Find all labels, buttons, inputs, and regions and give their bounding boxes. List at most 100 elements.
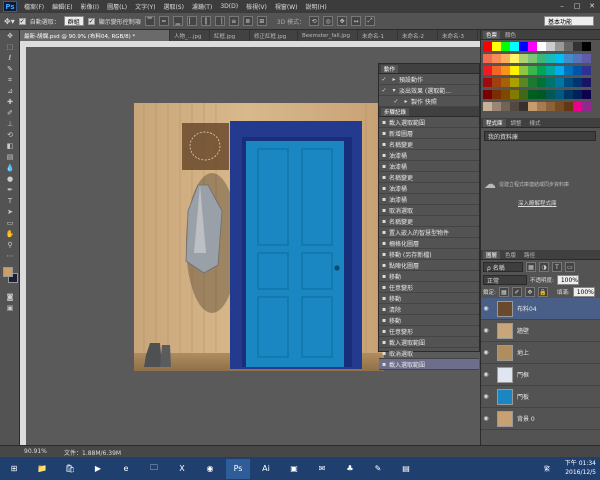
layer-row[interactable]: ◉ 布料04 — [481, 298, 600, 320]
dodge-icon[interactable]: ● — [2, 174, 18, 184]
tab-document-5[interactable]: Beemster_fall.jpg — [298, 30, 358, 41]
color-swatch[interactable] — [573, 54, 582, 63]
library-learn-more-link[interactable]: 深入瞭解程式庫 — [518, 199, 597, 207]
tab-document-2[interactable]: 人物_...jpg — [170, 30, 210, 41]
color-swatch[interactable] — [582, 102, 591, 111]
color-swatch[interactable] — [501, 102, 510, 111]
tab-styles[interactable]: 樣式 — [527, 119, 544, 127]
3d-drag-icon[interactable]: ✥ — [337, 16, 348, 26]
tab-libraries[interactable]: 程式庫 — [483, 118, 506, 127]
history-row[interactable]: ▪ 油漆桶 — [379, 150, 479, 161]
move-icon[interactable]: ✥ — [2, 31, 18, 41]
path-select-icon[interactable]: ➤ — [2, 207, 18, 217]
color-swatch[interactable] — [501, 42, 510, 51]
illustrator-icon[interactable]: Ai — [254, 459, 278, 479]
color-swatch[interactable] — [537, 102, 546, 111]
menu-type[interactable]: 文字(Y) — [131, 2, 159, 11]
lock-transparent-icon[interactable]: ▦ — [498, 287, 509, 297]
check-icon[interactable]: ✓ — [391, 98, 401, 105]
3d-slide-icon[interactable]: ↔ — [351, 16, 362, 26]
color-swatch[interactable] — [519, 102, 528, 111]
distribute-icon[interactable]: ≡ — [228, 16, 239, 26]
color-swatch[interactable] — [510, 42, 519, 51]
foreground-color-swatch[interactable] — [3, 267, 13, 277]
eye-icon[interactable]: ◉ — [481, 393, 491, 400]
paint-icon[interactable]: ✎ — [366, 459, 390, 479]
color-swatch[interactable] — [510, 66, 519, 75]
color-swatch[interactable] — [519, 66, 528, 75]
eye-icon[interactable]: ◉ — [481, 371, 491, 378]
history-row[interactable]: ▪ 清除 — [379, 304, 479, 315]
maximize-button[interactable]: □ — [571, 1, 583, 11]
swatch-grid[interactable] — [481, 40, 600, 118]
auto-align-icon[interactable]: ⊞ — [256, 16, 267, 26]
eye-icon[interactable]: ◉ — [481, 415, 491, 422]
menu-image[interactable]: 影像(I) — [77, 2, 103, 11]
eye-icon[interactable]: ◉ — [481, 349, 491, 356]
3d-scale-icon[interactable]: ⤢ — [365, 16, 376, 26]
history-row[interactable]: ▪ 任意變形 — [379, 282, 479, 293]
layer-row[interactable]: ◉ 門板 — [481, 386, 600, 408]
workspace-dropdown[interactable]: 基本功能 — [544, 16, 594, 26]
menu-help[interactable]: 說明(H) — [302, 2, 331, 11]
chat-icon[interactable]: ✉ — [310, 459, 334, 479]
history-row[interactable]: ▪ 點陣化圖層 — [379, 260, 479, 271]
actions-panel-title[interactable]: 動作 — [381, 64, 399, 73]
document-canvas[interactable] — [134, 103, 384, 371]
menu-window[interactable]: 視窗(W) — [271, 2, 302, 11]
color-swatch[interactable] — [528, 78, 537, 87]
screen-mode-icon[interactable]: ▣ — [2, 303, 18, 313]
gradient-icon[interactable]: ▤ — [2, 152, 18, 162]
color-swatch[interactable] — [555, 42, 564, 51]
history-row[interactable]: ▪ 油漆桶 — [379, 194, 479, 205]
color-swatch[interactable] — [573, 78, 582, 87]
eye-icon[interactable]: ◉ — [481, 327, 491, 334]
color-swatch[interactable] — [519, 42, 528, 51]
distribute-2-icon[interactable]: ≣ — [242, 16, 253, 26]
tab-document-4[interactable]: 修正紅框.jpg — [250, 30, 298, 41]
layer-filter-dropdown[interactable]: ρ 名稱 — [483, 262, 523, 272]
color-swatch[interactable] — [528, 90, 537, 99]
color-swatch[interactable] — [492, 54, 501, 63]
auto-select-checkbox[interactable]: ✓ — [18, 17, 26, 25]
align-right-icon[interactable]: ▕ — [214, 16, 225, 26]
color-swatch[interactable] — [510, 78, 519, 87]
media-icon[interactable]: ▶ — [86, 459, 110, 479]
color-swatch[interactable] — [519, 90, 528, 99]
color-swatch[interactable] — [528, 54, 537, 63]
lock-image-icon[interactable]: ✐ — [511, 287, 522, 297]
stamp-icon[interactable]: ⊥ — [2, 119, 18, 129]
opacity-input[interactable]: 100% — [556, 275, 579, 285]
history-row[interactable]: ▪ 載入選取範圍 — [379, 337, 479, 348]
menu-edit[interactable]: 編輯(E) — [48, 2, 76, 11]
history-row[interactable]: ▪ 任意變形 — [379, 326, 479, 337]
color-swatch[interactable] — [519, 54, 528, 63]
align-left-icon[interactable]: ▏ — [186, 16, 197, 26]
transform-controls-checkbox[interactable]: ✓ — [87, 17, 95, 25]
more-tools-icon[interactable]: ⋯ — [2, 251, 18, 261]
history-row[interactable]: ▪ 移動 — [379, 293, 479, 304]
tab-layers[interactable]: 圖層 — [483, 250, 501, 259]
color-swatch[interactable] — [555, 102, 564, 111]
history-row[interactable]: ▪ 油漆桶 — [379, 183, 479, 194]
type-icon[interactable]: T — [2, 196, 18, 206]
history-row[interactable]: ▪ 名稱變更 — [379, 216, 479, 227]
color-swatch[interactable] — [573, 102, 582, 111]
check-icon[interactable]: ✓ — [379, 76, 389, 83]
filter-shape-icon[interactable]: ▭ — [565, 262, 575, 272]
align-bottom-icon[interactable]: ▁ — [172, 16, 183, 26]
history-row[interactable]: ▪ 取消選取 — [379, 205, 479, 216]
filter-pixel-icon[interactable]: ▦ — [526, 262, 536, 272]
blend-mode-dropdown[interactable]: 正常 — [483, 275, 527, 285]
color-swatch[interactable] — [555, 66, 564, 75]
tab-color[interactable]: 顏色 — [502, 31, 519, 39]
excel-icon[interactable]: X — [170, 459, 194, 479]
align-top-icon[interactable]: ▔ — [144, 16, 155, 26]
minimize-button[interactable]: – — [556, 1, 568, 11]
eye-icon[interactable]: ◉ — [481, 305, 491, 312]
color-swatch[interactable] — [564, 90, 573, 99]
color-swatch[interactable] — [555, 54, 564, 63]
file-explorer-icon[interactable]: 📁 — [30, 459, 54, 479]
notepad-icon[interactable]: ▤ — [394, 459, 418, 479]
history-row[interactable]: ▪ 新增圖層 — [379, 128, 479, 139]
